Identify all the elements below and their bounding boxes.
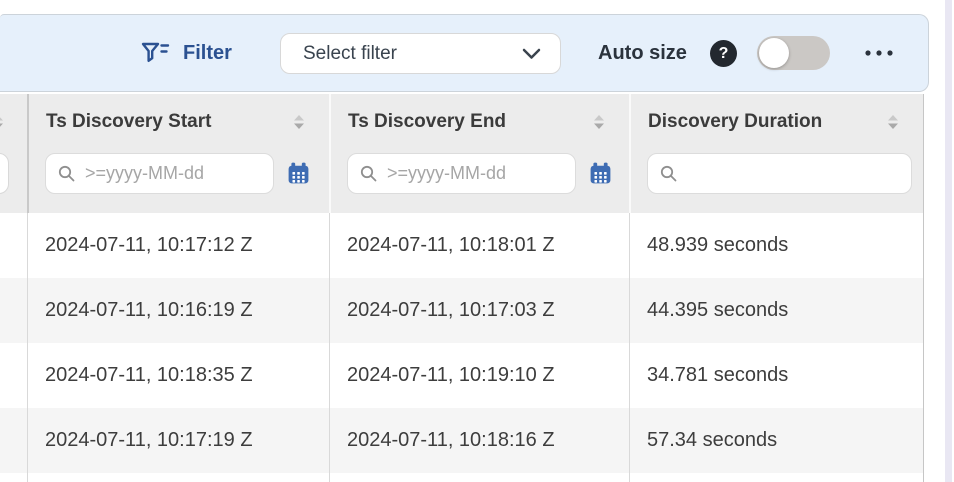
sort-icon[interactable]	[293, 114, 305, 130]
clipped-filter-input	[0, 153, 9, 194]
column-filter-field[interactable]	[385, 162, 565, 185]
search-icon	[360, 165, 377, 182]
cell: 48.939 seconds	[629, 213, 923, 278]
table-row[interactable]: 2024-07-11, 10:17:19 Z2024-07-11, 10:18:…	[0, 408, 923, 473]
clipped-cell	[0, 278, 27, 343]
filter-toolbar: Filter Select filter Auto size ?	[0, 14, 929, 92]
cell: 44.395 seconds	[629, 278, 923, 343]
vertical-scrollbar[interactable]	[945, 0, 952, 482]
cell: 2024-07-11, 10:18:35 Z	[27, 343, 329, 408]
column-filter-box[interactable]	[45, 153, 274, 194]
sort-icon	[0, 114, 4, 130]
select-filter-dropdown[interactable]: Select filter	[280, 33, 561, 74]
table-row[interactable]: 2024-07-11, 10:17:12 Z2024-07-11, 10:18:…	[0, 213, 923, 278]
clipped-cell	[0, 343, 27, 408]
filter-button-label: Filter	[183, 42, 232, 65]
table-row-clipped[interactable]	[0, 473, 923, 482]
cell	[329, 473, 629, 482]
column-filter-field[interactable]	[685, 162, 901, 185]
column-title: Ts Discovery End	[348, 111, 506, 133]
cell: 2024-07-11, 10:18:16 Z	[329, 408, 629, 473]
search-icon	[58, 165, 75, 182]
sort-icon[interactable]	[593, 114, 605, 130]
table-body: 2024-07-11, 10:17:12 Z2024-07-11, 10:18:…	[0, 213, 923, 482]
table-header: Ts Discovery Start	[0, 94, 923, 213]
cell: 2024-07-11, 10:17:12 Z	[27, 213, 329, 278]
clipped-cell	[0, 473, 27, 482]
cell: 2024-07-11, 10:17:19 Z	[27, 408, 329, 473]
cell	[629, 473, 923, 482]
column-filter-box[interactable]	[647, 153, 912, 194]
search-icon	[660, 165, 677, 182]
help-symbol: ?	[719, 45, 729, 63]
data-table: Ts Discovery Start	[0, 94, 924, 482]
column-header-3[interactable]: Discovery Duration	[629, 94, 923, 213]
clipped-cell	[0, 213, 27, 278]
column-filter-field[interactable]	[83, 162, 263, 185]
cell: 57.34 seconds	[629, 408, 923, 473]
auto-size-toggle[interactable]	[757, 36, 830, 70]
filter-button[interactable]: Filter	[140, 15, 232, 91]
auto-size-label: Auto size	[598, 15, 687, 91]
table-row[interactable]: 2024-07-11, 10:18:35 Z2024-07-11, 10:19:…	[0, 343, 923, 408]
funnel-icon	[140, 40, 170, 66]
cell: 2024-07-11, 10:17:03 Z	[329, 278, 629, 343]
cell	[27, 473, 329, 482]
select-filter-value: Select filter	[303, 43, 397, 65]
column-header-2[interactable]: Ts Discovery End	[329, 94, 629, 213]
more-options-button[interactable]	[864, 15, 894, 91]
clipped-column-header	[0, 94, 27, 213]
column-title: Ts Discovery Start	[46, 111, 211, 133]
cell: 2024-07-11, 10:16:19 Z	[27, 278, 329, 343]
help-icon[interactable]: ?	[710, 40, 737, 67]
toggle-knob	[759, 38, 789, 68]
grid-view: { "toolbar": { "filter_label": "Filter",…	[0, 0, 954, 482]
cell: 2024-07-11, 10:18:01 Z	[329, 213, 629, 278]
table-row[interactable]: 2024-07-11, 10:16:19 Z2024-07-11, 10:17:…	[0, 278, 923, 343]
column-title: Discovery Duration	[648, 111, 822, 133]
chevron-down-icon	[522, 48, 541, 60]
clipped-cell	[0, 408, 27, 473]
sort-icon[interactable]	[887, 114, 899, 130]
cell: 34.781 seconds	[629, 343, 923, 408]
column-header-1[interactable]: Ts Discovery Start	[27, 94, 329, 213]
ellipsis-icon	[864, 49, 894, 57]
calendar-icon[interactable]	[588, 161, 613, 186]
calendar-icon[interactable]	[286, 161, 311, 186]
cell: 2024-07-11, 10:19:10 Z	[329, 343, 629, 408]
column-filter-box[interactable]	[347, 153, 576, 194]
